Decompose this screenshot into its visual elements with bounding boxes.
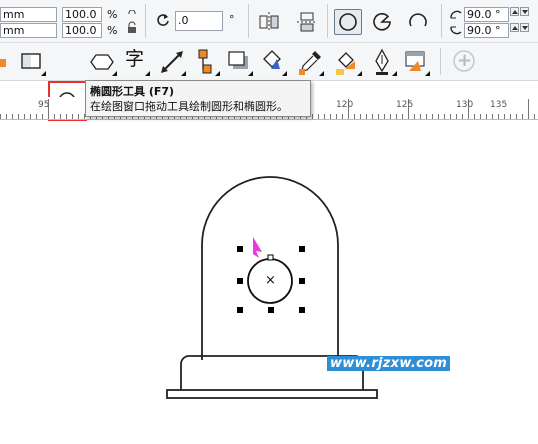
flyout-triangle — [41, 71, 46, 76]
dimension-tool[interactable] — [157, 47, 187, 77]
ruler-label: 135 — [490, 100, 508, 110]
end-angle-icon — [449, 23, 463, 40]
eyedropper-tool[interactable] — [295, 47, 325, 77]
ruler-label: 130 — [456, 100, 474, 110]
separator — [441, 4, 442, 38]
rectangle-tool[interactable] — [17, 47, 47, 77]
text-tool[interactable]: 字 — [121, 47, 151, 77]
tooltip-description: 在绘图窗口拖动工具绘制圆形和椭圆形。 — [90, 100, 288, 113]
degree-label: ° — [229, 13, 235, 26]
mirror-vertical-icon[interactable] — [296, 11, 318, 36]
flyout-triangle — [282, 71, 287, 76]
width-field[interactable]: mm — [0, 7, 57, 22]
end-angle-down-button[interactable] — [520, 23, 529, 32]
flyout-triangle — [112, 71, 117, 76]
ruler-label: 120 — [336, 100, 354, 110]
add-tool-button[interactable]: + — [450, 47, 480, 77]
flyout-triangle — [215, 71, 220, 76]
separator — [440, 48, 441, 75]
flyout-triangle — [248, 71, 253, 76]
flyout-triangle — [145, 71, 150, 76]
cursor-arrow-icon — [253, 237, 262, 258]
shape-tool[interactable] — [0, 47, 16, 77]
connector-tool[interactable] — [191, 47, 221, 77]
tooltip-title: 椭圆形工具 (F7) — [90, 85, 175, 98]
percent-y-label: % — [107, 24, 118, 37]
dome-shape[interactable] — [201, 176, 339, 360]
watermark: www.rjzxw.com — [327, 356, 451, 371]
outline-pen-tool[interactable] — [368, 47, 398, 77]
toolbox: 字 + — [0, 43, 538, 121]
mirror-horizontal-icon[interactable] — [258, 11, 280, 36]
separator — [145, 4, 146, 38]
scale-x-field[interactable]: 100.0 — [62, 7, 102, 22]
height-field[interactable]: mm — [0, 23, 57, 38]
base-plate[interactable] — [166, 389, 378, 399]
center-mark-icon: × — [265, 273, 276, 288]
smart-fill-tool[interactable] — [401, 47, 431, 77]
percent-x-label: % — [107, 8, 118, 21]
start-angle-icon — [449, 7, 463, 24]
ellipse-mode-button[interactable] — [334, 9, 362, 35]
lock-ratio-icon[interactable] — [126, 9, 138, 37]
ruler-label: 95 — [38, 100, 50, 110]
flyout-triangle — [425, 71, 430, 76]
node-handle[interactable] — [267, 254, 274, 261]
flyout-triangle — [392, 71, 397, 76]
arc-mode-button[interactable] — [404, 9, 432, 35]
tooltip: 椭圆形工具 (F7) 在绘图窗口拖动工具绘制圆形和椭圆形。 — [85, 80, 311, 117]
rotate-icon — [156, 13, 170, 30]
separator — [327, 4, 328, 38]
rotation-field[interactable]: .0 — [175, 11, 223, 31]
flyout-triangle — [319, 71, 324, 76]
end-angle-field[interactable]: 90.0 ° — [464, 23, 509, 38]
start-angle-up-button[interactable] — [510, 7, 519, 16]
interactive-fill-tool[interactable] — [333, 47, 363, 77]
text-tool-glyph: 字 — [125, 48, 145, 70]
fill-tool[interactable] — [258, 47, 288, 77]
ruler-label: 125 — [396, 100, 414, 110]
drop-shadow-tool[interactable] — [224, 47, 254, 77]
pie-mode-button[interactable] — [368, 9, 396, 35]
flyout-triangle — [181, 71, 186, 76]
polygon-tool[interactable] — [88, 47, 118, 77]
separator — [248, 4, 249, 38]
end-angle-up-button[interactable] — [510, 23, 519, 32]
start-angle-down-button[interactable] — [520, 7, 529, 16]
start-angle-field[interactable]: 90.0 ° — [464, 7, 509, 22]
flyout-triangle — [357, 71, 362, 76]
scale-y-field[interactable]: 100.0 — [62, 23, 102, 38]
add-icon: + — [457, 50, 473, 71]
property-bar: mm mm 100.0 100.0 % % .0 ° 90.0 ° 90.0 ° — [0, 0, 538, 43]
